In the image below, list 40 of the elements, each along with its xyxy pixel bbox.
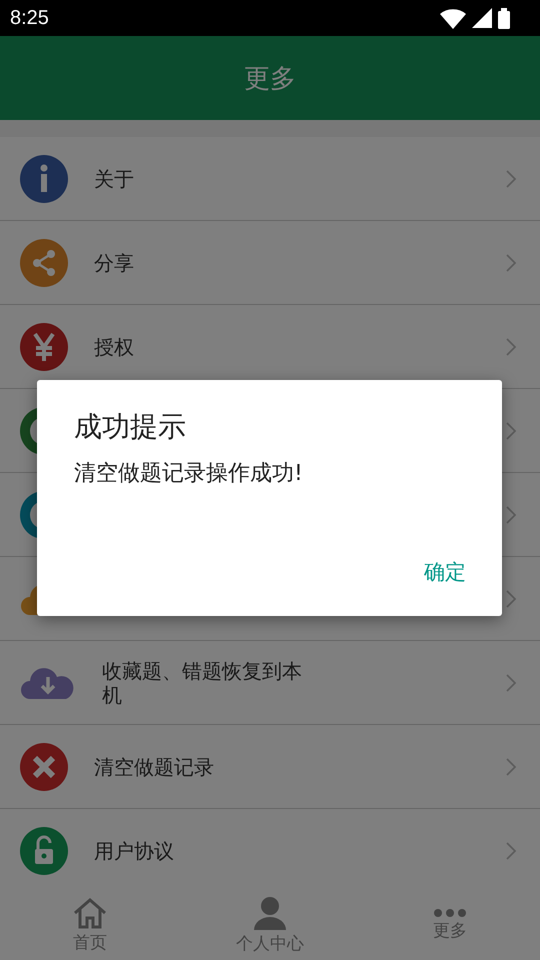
chevron-icon <box>506 506 516 524</box>
status-time: 8:25 <box>10 6 49 30</box>
chevron-icon <box>506 758 516 776</box>
menu-row[interactable]: 用户协议 <box>0 809 540 890</box>
close-icon <box>20 742 68 790</box>
chevron-icon <box>506 254 516 272</box>
dialog-message: 清空做题记录操作成功! <box>74 460 304 488</box>
menu-row[interactable]: 分享 <box>0 221 540 305</box>
chevron-icon <box>506 590 516 608</box>
row-label: 收藏题、错题恢复到本机 <box>102 658 303 706</box>
row-label: 用户协议 <box>94 838 174 862</box>
row-label: 关于 <box>94 166 134 190</box>
wifi-icon <box>440 8 466 28</box>
header-title: 更多 <box>244 62 296 96</box>
info-icon <box>20 154 68 202</box>
menu-row[interactable]: 收藏题、错题恢复到本机 <box>0 641 540 725</box>
confirm-button[interactable]: 确定 <box>416 552 474 592</box>
chevron-icon <box>506 842 516 860</box>
nav-tab[interactable]: 个人中心 <box>180 890 360 960</box>
menu-row[interactable]: 清空做题记录 <box>0 725 540 809</box>
person-icon <box>253 896 287 930</box>
home-icon <box>72 896 108 928</box>
nav-tab[interactable]: 更多 <box>360 890 540 960</box>
row-label: 清空做题记录 <box>94 754 214 778</box>
nav-tab[interactable]: 首页 <box>0 890 180 960</box>
row-label: 分享 <box>94 250 134 274</box>
chevron-icon <box>506 338 516 356</box>
signal-icon <box>472 8 492 28</box>
chevron-icon <box>506 674 516 692</box>
menu-row[interactable]: 关于 <box>0 137 540 221</box>
dialog-title: 成功提示 <box>74 409 187 445</box>
chevron-icon <box>506 170 516 188</box>
more-icon <box>434 908 466 916</box>
lock-icon <box>20 826 68 874</box>
chevron-icon <box>506 422 516 440</box>
row-label: 授权 <box>94 334 134 358</box>
menu-row[interactable]: 授权 <box>0 305 540 389</box>
battery-icon <box>498 8 510 28</box>
yen-icon <box>20 322 68 370</box>
share-icon <box>20 238 68 286</box>
